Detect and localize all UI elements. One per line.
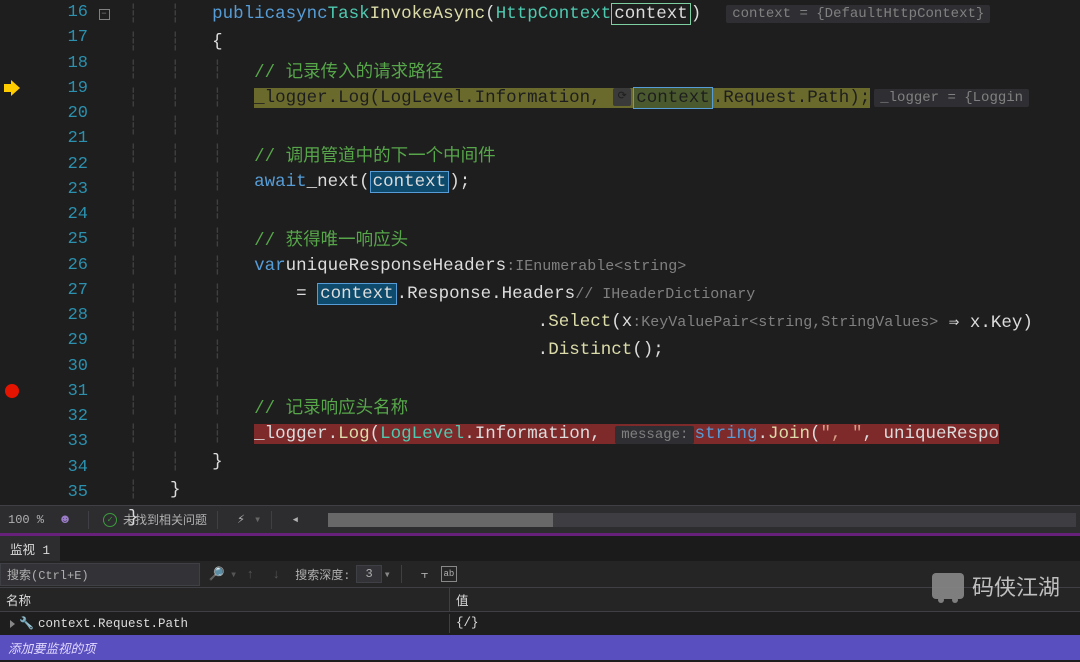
expand-icon[interactable] xyxy=(10,620,15,628)
fold-icon[interactable]: − xyxy=(99,9,110,20)
current-line-arrow-icon xyxy=(4,81,20,95)
watch-search-input[interactable]: 搜索(Ctrl+E) xyxy=(0,563,200,586)
refresh-icon[interactable]: ⟳ xyxy=(613,88,631,106)
watch-expression: context.Request.Path xyxy=(38,617,188,631)
check-icon: ✓ xyxy=(103,513,117,527)
gutter: 16− 17 18 19 20 21 22 23 24 25 26 27 28 … xyxy=(0,0,128,505)
wechat-icon xyxy=(932,573,964,599)
watch-col-name-header[interactable]: 名称 xyxy=(0,588,450,611)
code-content[interactable]: ┆ ┆ public async Task InvokeAsync(HttpCo… xyxy=(128,0,1080,505)
horizontal-scrollbar[interactable] xyxy=(328,513,1076,527)
watch-value: {/} xyxy=(450,614,1080,633)
arrow-up-icon[interactable]: ↑ xyxy=(240,564,260,584)
inline-value-hint: _logger = {Loggin xyxy=(874,89,1029,107)
wrench-icon: 🔧 xyxy=(19,616,34,631)
arrow-down-icon[interactable]: ↓ xyxy=(266,564,286,584)
line-number: 16 xyxy=(24,3,94,22)
zoom-level[interactable]: 100 % xyxy=(0,513,52,527)
grid-icon[interactable]: ab xyxy=(441,566,457,582)
search-depth-value[interactable]: 3 xyxy=(356,565,381,583)
add-watch-item[interactable]: 添加要监视的项 xyxy=(0,635,1080,660)
watermark-text: 码侠江湖 xyxy=(972,570,1060,602)
watch-header-row: 名称 值 xyxy=(0,587,1080,612)
inline-value-hint: context = {DefaultHttpContext} xyxy=(726,5,990,23)
breakpoint-icon[interactable] xyxy=(5,384,19,398)
watch-tab[interactable]: 监视 1 xyxy=(0,536,60,561)
brain-icon[interactable]: ☻ xyxy=(55,510,75,530)
code-editor[interactable]: 16− 17 18 19 20 21 22 23 24 25 26 27 28 … xyxy=(0,0,1080,505)
search-depth-label: 搜索深度: xyxy=(295,566,350,583)
watch-row[interactable]: 🔧 context.Request.Path {/} xyxy=(0,612,1080,635)
watermark: 码侠江湖 xyxy=(932,570,1060,602)
search-icon[interactable]: 🔎 xyxy=(207,564,227,584)
pin-icon[interactable]: ⫟ xyxy=(415,564,435,584)
